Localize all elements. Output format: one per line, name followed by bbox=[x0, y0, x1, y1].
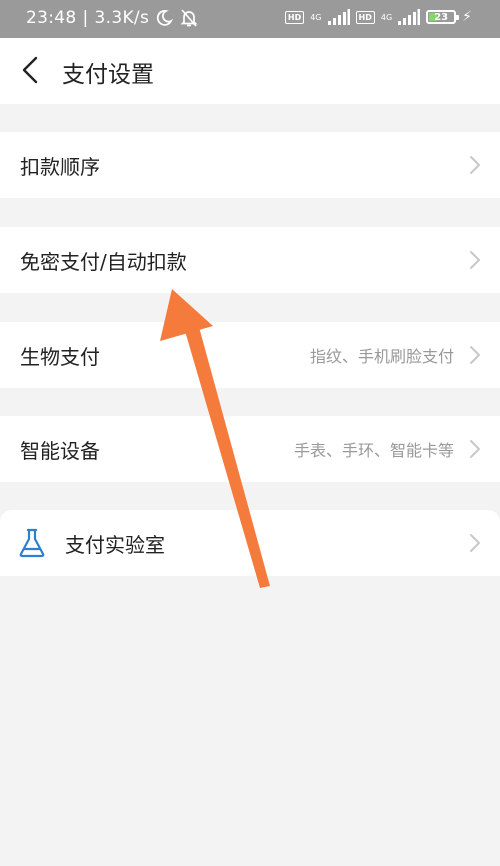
signal-icon bbox=[327, 9, 350, 25]
row-label: 支付实验室 bbox=[65, 532, 165, 557]
chevron-right-icon bbox=[470, 440, 480, 458]
settings-row-biometric-payment[interactable]: 生物支付 指纹、手机刷脸支付 bbox=[0, 322, 500, 388]
chevron-right-icon bbox=[470, 251, 480, 269]
battery-icon: 23 bbox=[426, 10, 460, 24]
sim2-hd-badge: HD bbox=[355, 10, 375, 24]
battery-level: 23 bbox=[434, 11, 449, 23]
moon-icon bbox=[156, 10, 174, 26]
page-title: 支付设置 bbox=[62, 62, 154, 88]
status-bar: 23:48 | 3.3K/s HD 4G HD 4G 23 ⚡ bbox=[0, 0, 500, 38]
chevron-right-icon bbox=[470, 156, 480, 174]
status-divider: | bbox=[82, 8, 89, 28]
sim2-network: 4G bbox=[380, 12, 393, 22]
chevron-right-icon bbox=[470, 534, 480, 552]
status-speed: 3.3K/s bbox=[94, 8, 150, 28]
sim1-network: 4G bbox=[310, 12, 322, 22]
sim1-hd-badge: HD bbox=[284, 10, 305, 24]
row-label: 智能设备 bbox=[20, 438, 100, 463]
status-right: HD 4G HD 4G 23 ⚡ bbox=[284, 9, 472, 25]
status-left: 23:48 | 3.3K/s bbox=[26, 8, 199, 28]
row-label: 扣款顺序 bbox=[20, 154, 100, 179]
row-subtitle: 指纹、手机刷脸支付 bbox=[309, 347, 454, 366]
charging-icon: ⚡ bbox=[462, 9, 472, 25]
status-time: 23:48 bbox=[26, 8, 77, 28]
app-header: 支付设置 bbox=[0, 38, 500, 104]
row-subtitle: 手表、手环、智能卡等 bbox=[293, 441, 454, 460]
chevron-left-icon[interactable] bbox=[16, 55, 46, 85]
chevron-right-icon bbox=[470, 346, 480, 364]
settings-row-deduction-order[interactable]: 扣款顺序 bbox=[0, 132, 500, 198]
settings-row-password-free-payment[interactable]: 免密支付/自动扣款 bbox=[0, 227, 500, 293]
bell-off-icon bbox=[180, 9, 198, 27]
settings-row-smart-devices[interactable]: 智能设备 手表、手环、智能卡等 bbox=[0, 416, 500, 482]
flask-icon bbox=[19, 528, 45, 558]
row-label: 免密支付/自动扣款 bbox=[20, 249, 187, 274]
signal-icon bbox=[398, 9, 421, 25]
row-label: 生物支付 bbox=[20, 344, 100, 369]
settings-row-payment-lab[interactable]: 支付实验室 bbox=[0, 510, 500, 576]
